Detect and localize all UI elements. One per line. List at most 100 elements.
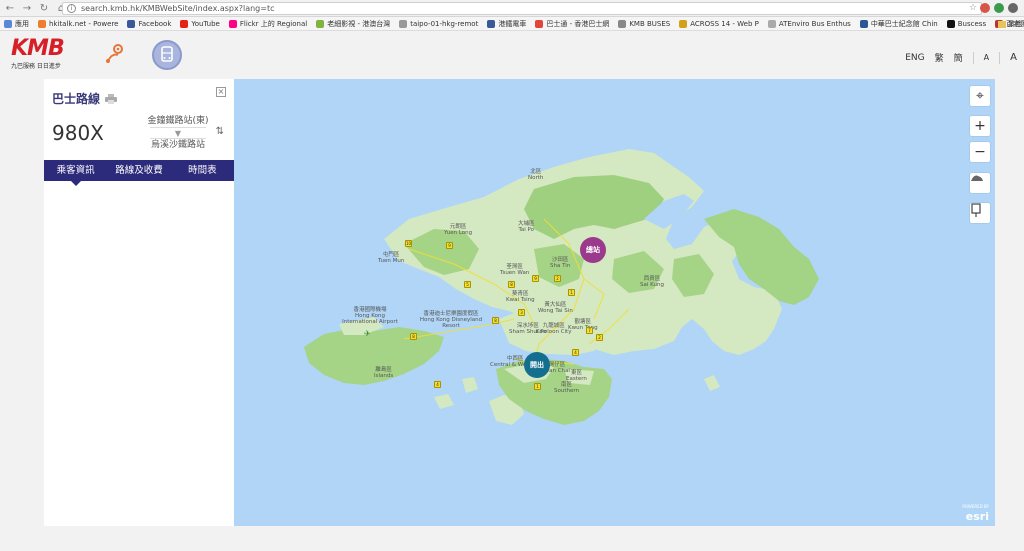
bookmark-star-icon[interactable]: ☆ <box>969 3 977 13</box>
extension-icon[interactable] <box>980 3 990 13</box>
bookmark-label: 港鐵電車 <box>498 19 527 28</box>
info-icon[interactable]: i <box>67 4 76 13</box>
bookmark-favicon-icon <box>127 19 136 28</box>
bookmark-label: 中華巴士紀念館 Chin <box>870 19 938 28</box>
back-icon[interactable]: ← <box>3 1 17 15</box>
tab-route-fare[interactable]: 路線及收費 <box>107 160 170 181</box>
bookmark-item[interactable]: KMB BUSES <box>618 19 671 28</box>
bookmark-label: Flickr 上的 Regional <box>239 19 308 28</box>
bookmark-label: YouTube <box>191 19 220 28</box>
origin-marker[interactable]: 開出 <box>524 352 550 378</box>
route-panel: 巴士路線 × 980X 金鐘鐵路站(東) ▼ 烏溪沙鐵路站 ⇅ 乘客資訊 路線及… <box>44 79 234 526</box>
close-icon[interactable]: × <box>216 87 226 97</box>
route-direction: 金鐘鐵路站(東) ▼ 烏溪沙鐵路站 <box>138 115 218 151</box>
bookmark-label: 應用 <box>15 19 29 28</box>
route-shield: 9 <box>446 242 453 249</box>
bookmark-favicon-icon <box>859 19 868 28</box>
bookmark-favicon-icon <box>180 19 189 28</box>
place-label: 香港國際機場 Hong Kong International Airport <box>342 307 398 325</box>
bookmark-item[interactable]: 中華巴士紀念館 Chin <box>859 19 938 29</box>
bookmark-item[interactable]: taipo-01-hkg-remot <box>399 19 479 28</box>
bookmark-label: KMB BUSES <box>629 19 671 28</box>
divider <box>999 51 1001 64</box>
route-shield: 8 <box>508 281 515 288</box>
bookmark-item[interactable]: ACROSS 14 - Web P <box>679 19 759 28</box>
lang-simplified-link[interactable]: 簡 <box>954 51 963 64</box>
bookmark-label: hkitalk.net - Powere <box>49 19 119 28</box>
destination-marker[interactable]: 總站 <box>580 237 606 263</box>
bookmark-item[interactable]: 應用 <box>4 19 29 29</box>
place-label: 黃大仙區 Wong Tai Sin <box>538 302 573 314</box>
route-shield: 5 <box>464 281 471 288</box>
bookmark-item[interactable]: Flickr 上的 Regional <box>228 19 308 29</box>
bookmark-item[interactable]: Buscess <box>946 19 986 28</box>
bookmark-item[interactable]: hkitalk.net - Powere <box>38 19 119 28</box>
language-bar: ENG 繁 簡 A A <box>905 51 1017 64</box>
locate-icon[interactable]: ⌖ <box>970 86 990 106</box>
bookmark-item[interactable]: Facebook <box>127 19 172 28</box>
destination-stop: 烏溪沙鐵路站 <box>150 140 205 150</box>
folder-icon <box>998 20 1006 28</box>
route-search-icon[interactable] <box>104 43 126 65</box>
bookmark-label: ATEnviro Bus Enthus <box>778 19 851 28</box>
bookmark-label: taipo-01-hkg-remot <box>410 19 479 28</box>
panel-title: 巴士路線 <box>52 90 118 107</box>
basemap-icon[interactable] <box>970 173 990 193</box>
bookmark-item[interactable]: YouTube <box>180 19 220 28</box>
bookmark-favicon-icon <box>618 19 627 28</box>
lang-traditional-link[interactable]: 繁 <box>935 51 944 64</box>
zoom-in-button[interactable]: + <box>970 116 990 136</box>
place-label: 離島區 Islands <box>374 367 394 379</box>
map-view[interactable]: 北區 North 大埔區 Tai Po 元朗區 Yuen Long 屯門區 Tuen M… <box>234 79 995 526</box>
lang-english-link[interactable]: ENG <box>905 53 924 63</box>
bookmark-favicon-icon <box>4 19 12 28</box>
bookmark-item[interactable]: 巴士通 - 香港巴士網 <box>535 19 609 29</box>
place-label: 南區 Southern <box>554 382 580 394</box>
tab-passenger-info[interactable]: 乘客資訊 <box>44 160 107 186</box>
other-bookmarks-folder[interactable]: 其他 <box>998 19 1022 29</box>
bookmark-item[interactable]: 港鐵電車 <box>487 19 526 29</box>
kmb-logo[interactable]: KMB 九巴服務 日日進步 <box>11 38 75 71</box>
panel-tabs: 乘客資訊 路線及收費 時間表 <box>44 160 234 186</box>
bus-route-icon[interactable] <box>152 40 182 70</box>
tab-timetable[interactable]: 時間表 <box>171 160 234 181</box>
attribution-esri: esri <box>965 510 989 523</box>
bookmark-favicon-icon <box>487 19 496 28</box>
place-label: 九龍城區 Kowloon City <box>536 323 572 335</box>
bookmark-item[interactable]: 老細影視 - 港澳台灣 <box>316 19 390 29</box>
direction-arrow-icon: ▼ <box>150 127 206 139</box>
place-label: 葵青區 Kwai Tsing <box>506 291 535 303</box>
route-shield: 4 <box>434 381 441 388</box>
font-size-large-button[interactable]: A <box>1010 52 1017 63</box>
airport-icon: ✈ <box>364 329 371 338</box>
bookmark-favicon-icon <box>399 19 408 28</box>
url-field[interactable]: i search.kmb.hk/KMBWebSite/index.aspx?la… <box>62 2 982 15</box>
route-shield: 10 <box>405 240 412 247</box>
font-size-small-button[interactable]: A <box>984 53 989 62</box>
forward-icon[interactable]: → <box>20 1 34 15</box>
place-label: 香港迪士尼樂園度假區 Hong Kong Disneyland Resort <box>419 311 483 329</box>
bus-stop-icon[interactable] <box>970 203 990 223</box>
route-shield: 2 <box>596 334 603 341</box>
route-shield: 8 <box>492 317 499 324</box>
place-label: 西貢區 Sai Kung <box>640 276 664 288</box>
bookmark-favicon-icon <box>38 19 46 28</box>
place-label: 大埔區 Tai Po <box>518 221 535 233</box>
logo-tagline: 九巴服務 日日進步 <box>11 63 61 70</box>
swap-direction-icon[interactable]: ⇅ <box>216 126 224 137</box>
divider <box>972 51 974 64</box>
esri-attribution[interactable]: POWERED BY esri <box>962 502 989 522</box>
menu-icon[interactable] <box>1008 3 1018 13</box>
reload-icon[interactable]: ↻ <box>37 1 51 15</box>
extension-icon[interactable] <box>994 3 1004 13</box>
zoom-out-button[interactable]: − <box>970 142 990 162</box>
route-shield: 8 <box>410 333 417 340</box>
print-icon[interactable] <box>105 93 118 104</box>
bookmark-label: Facebook <box>138 19 172 28</box>
browser-address-bar: ← → ↻ ⌂ i search.kmb.hk/KMBWebSite/index… <box>0 0 1024 17</box>
panel-title-text: 巴士路線 <box>52 92 101 106</box>
route-shield: 1 <box>534 383 541 390</box>
route-shield: 7 <box>586 327 593 334</box>
bookmark-item[interactable]: ATEnviro Bus Enthus <box>767 19 851 28</box>
map-land <box>304 149 819 425</box>
